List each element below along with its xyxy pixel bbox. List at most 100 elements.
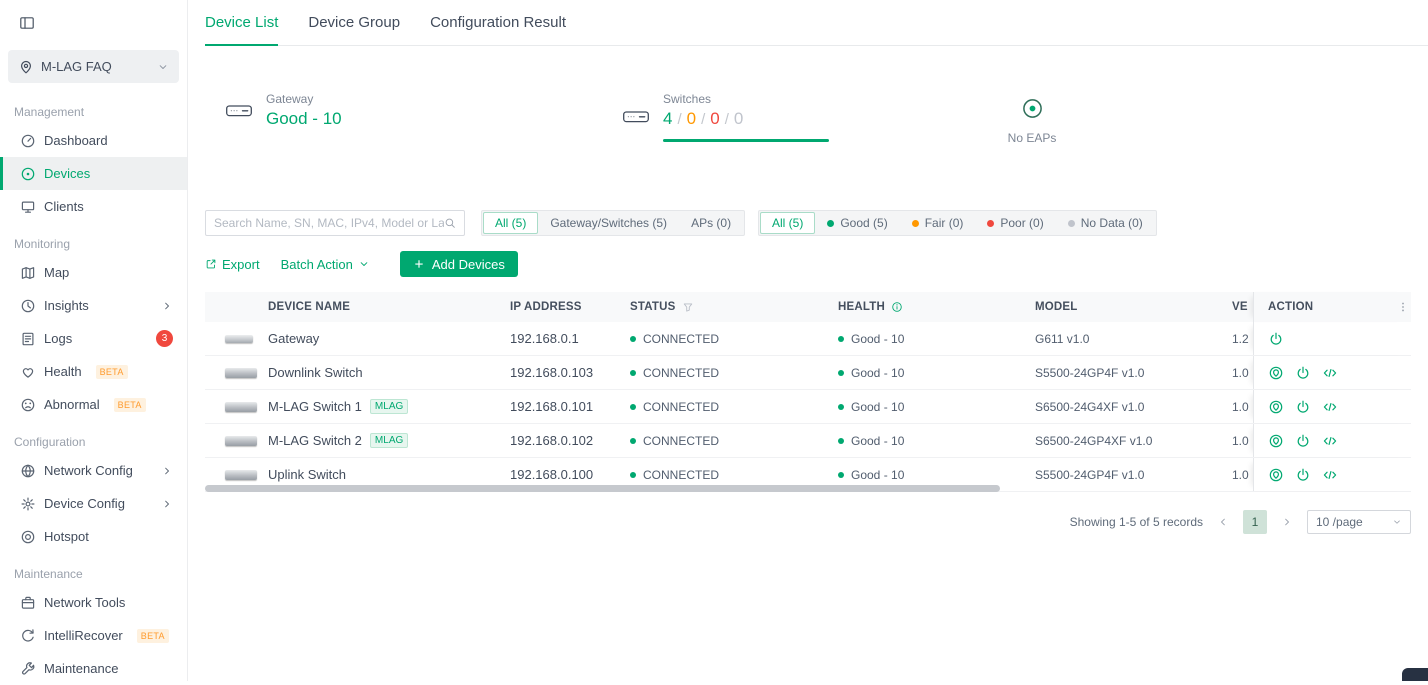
switch-count: 0 (710, 109, 720, 128)
status-column-label: STATUS (630, 301, 676, 313)
sidebar-item-abnormal[interactable]: Abnormal BETA (0, 388, 187, 421)
chevron-right-icon (161, 498, 173, 510)
export-button[interactable]: Export (205, 257, 260, 272)
add-devices-button[interactable]: Add Devices (399, 251, 518, 277)
sidebar-item-maintenance[interactable]: Maintenance (0, 652, 187, 685)
sidebar-item-network-config[interactable]: Network Config (0, 454, 187, 487)
device-name[interactable]: M-LAG Switch 1 (268, 399, 362, 414)
sidebar-item-network-tools[interactable]: Network Tools (0, 586, 187, 619)
mlag-tag: MLAG (369, 399, 409, 414)
column-health: HEALTH (838, 292, 1035, 322)
power-icon[interactable] (1295, 365, 1311, 381)
sidebar-item-health[interactable]: Health BETA (0, 355, 187, 388)
table-row[interactable]: Gateway 192.168.0.1 CONNECTED Good - 10 G611… (205, 322, 1411, 356)
mlag-tag: MLAG (369, 433, 409, 448)
device-name[interactable]: Gateway (268, 331, 319, 346)
filter-label: APs (0) (691, 216, 732, 230)
site-selector[interactable]: M-LAG FAQ (8, 50, 179, 83)
eap-summary-card[interactable]: No EAPs (992, 97, 1072, 145)
filter-icon[interactable] (682, 301, 694, 313)
chat-widget[interactable] (1402, 668, 1428, 681)
table-row[interactable]: M-LAG Switch 2 MLAG 192.168.0.102 CONNECTED… (205, 424, 1411, 458)
status-dot (630, 335, 636, 342)
switches-summary-card[interactable]: Switches 4/0/0/0 (622, 92, 829, 142)
filter-health-all-5[interactable]: All (5) (760, 212, 816, 234)
filter-health-poor-0[interactable]: Poor (0) (975, 212, 1055, 234)
table-row[interactable]: M-LAG Switch 1 MLAG 192.168.0.101 CONNECTED… (205, 390, 1411, 424)
sidebar-item-label: Map (44, 265, 70, 280)
sidebar-item-clients[interactable]: Clients (0, 190, 187, 223)
filter-health-good-5[interactable]: Good (5) (815, 212, 899, 234)
power-icon[interactable] (1295, 467, 1311, 483)
filter-type-aps-0[interactable]: APs (0) (679, 212, 743, 234)
device-name[interactable]: Downlink Switch (268, 365, 363, 380)
device-actions (1253, 458, 1411, 491)
previous-page-icon[interactable] (1217, 516, 1229, 528)
tab-device-group[interactable]: Device Group (308, 0, 400, 46)
device-name[interactable]: Uplink Switch (268, 467, 346, 482)
search-input[interactable] (214, 216, 444, 230)
insights-icon (20, 298, 36, 314)
power-icon[interactable] (1268, 331, 1284, 347)
locate-icon[interactable] (1268, 433, 1284, 449)
tab-configuration-result[interactable]: Configuration Result (430, 0, 566, 46)
filter-type-all-5[interactable]: All (5) (483, 212, 539, 234)
locate-icon[interactable] (1268, 365, 1284, 381)
sidebar-collapse-icon[interactable] (19, 15, 35, 31)
sidebar-item-label: Maintenance (44, 661, 119, 676)
sidebar-item-hotspot[interactable]: Hotspot (0, 520, 187, 553)
page-number[interactable]: 1 (1243, 510, 1267, 534)
kebab-menu-icon[interactable] (1397, 301, 1409, 313)
filter-label: Poor (0) (1000, 216, 1044, 230)
cli-icon[interactable] (1322, 467, 1338, 483)
filter-label: Fair (0) (924, 216, 964, 230)
health-dot (838, 335, 844, 342)
sidebar-item-label: Devices (44, 166, 91, 181)
switch-count: 0 (733, 109, 744, 128)
device-status: CONNECTED (630, 322, 838, 355)
site-name: M-LAG FAQ (41, 59, 112, 74)
sidebar-item-intellirecover[interactable]: IntelliRecover BETA (0, 619, 187, 652)
batch-action-button[interactable]: Batch Action (281, 257, 370, 272)
device-model: S6500-24G4XF v1.0 (1035, 399, 1145, 414)
horizontal-scrollbar[interactable] (205, 485, 1000, 492)
sidebar-item-device-config[interactable]: Device Config (0, 487, 187, 520)
cli-icon[interactable] (1322, 433, 1338, 449)
search-icon[interactable] (444, 217, 456, 229)
sidebar-item-map[interactable]: Map (0, 256, 187, 289)
tab-label: Device List (205, 14, 279, 31)
logs-icon (20, 331, 36, 347)
device-version: 1.0 (1232, 399, 1249, 414)
sidebar-item-logs[interactable]: Logs 3 (0, 322, 187, 355)
nav-section-label: Maintenance (14, 566, 83, 581)
sidebar-item-devices[interactable]: Devices (0, 157, 187, 190)
cli-icon[interactable] (1322, 365, 1338, 381)
device-actions (1253, 424, 1411, 457)
info-icon[interactable] (891, 301, 903, 313)
switches-card-label: Switches (663, 92, 712, 106)
switch-device-icon (622, 106, 650, 128)
page-size-select[interactable]: 10 /page (1307, 510, 1411, 534)
table-row[interactable]: Downlink Switch 192.168.0.103 CONNECTED Goo… (205, 356, 1411, 390)
device-ip: 192.168.0.102 (510, 433, 594, 448)
status-dot (630, 471, 636, 478)
sidebar-item-dashboard[interactable]: Dashboard (0, 124, 187, 157)
power-icon[interactable] (1295, 433, 1311, 449)
power-icon[interactable] (1295, 399, 1311, 415)
next-page-icon[interactable] (1281, 516, 1293, 528)
cli-icon[interactable] (1322, 399, 1338, 415)
device-name[interactable]: M-LAG Switch 2 (268, 433, 362, 448)
tab-device-list[interactable]: Device List (205, 0, 279, 46)
health-dot (1067, 219, 1075, 227)
location-pin-icon (18, 59, 34, 75)
filter-health-no-data-0[interactable]: No Data (0) (1056, 212, 1155, 234)
locate-icon[interactable] (1268, 467, 1284, 483)
device-version: 1.0 (1232, 433, 1249, 448)
table-body: Gateway 192.168.0.1 CONNECTED Good - 10 G611… (205, 322, 1411, 492)
gateway-summary-card[interactable]: Gateway Good - 10 (225, 92, 342, 129)
sidebar-item-insights[interactable]: Insights (0, 289, 187, 322)
filter-type-gateway-switches-5[interactable]: Gateway/Switches (5) (538, 212, 679, 234)
locate-icon[interactable] (1268, 399, 1284, 415)
filter-health-fair-0[interactable]: Fair (0) (900, 212, 976, 234)
beta-badge: BETA (95, 364, 128, 379)
